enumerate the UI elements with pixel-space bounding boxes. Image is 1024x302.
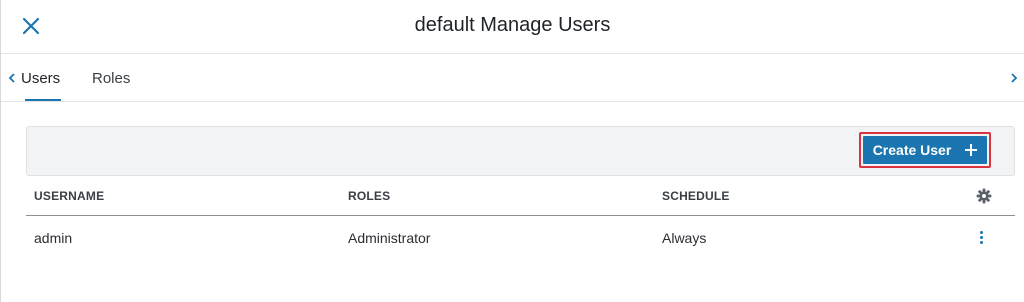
tab-users[interactable]: Users [21,70,60,87]
plus-icon [965,144,978,156]
table-row[interactable]: admin Administrator Always [26,217,1015,259]
table-header: USERNAME ROLES SCHEDULE [26,176,1015,216]
kebab-menu-icon[interactable] [978,230,986,246]
tab-bar: Users Roles [1,54,1024,102]
column-header-roles[interactable]: ROLES [348,189,390,203]
tab-roles[interactable]: Roles [92,70,130,87]
page-title: default Manage Users [414,14,611,36]
cell-roles: Administrator [348,230,431,246]
column-header-schedule[interactable]: SCHEDULE [662,189,730,203]
create-user-button[interactable]: Create User [863,136,987,164]
create-user-label: Create User [872,142,952,158]
dialog-header: default Manage Users [1,0,1024,54]
cell-username: admin [34,230,73,246]
active-tab-indicator [25,99,61,101]
gear-icon[interactable] [976,188,992,204]
cell-schedule: Always [662,230,707,246]
column-header-username[interactable]: USERNAME [34,189,104,203]
create-user-button-highlight: Create User [859,132,991,168]
chevron-left-icon[interactable] [6,71,18,85]
chevron-right-icon[interactable] [1008,71,1020,85]
